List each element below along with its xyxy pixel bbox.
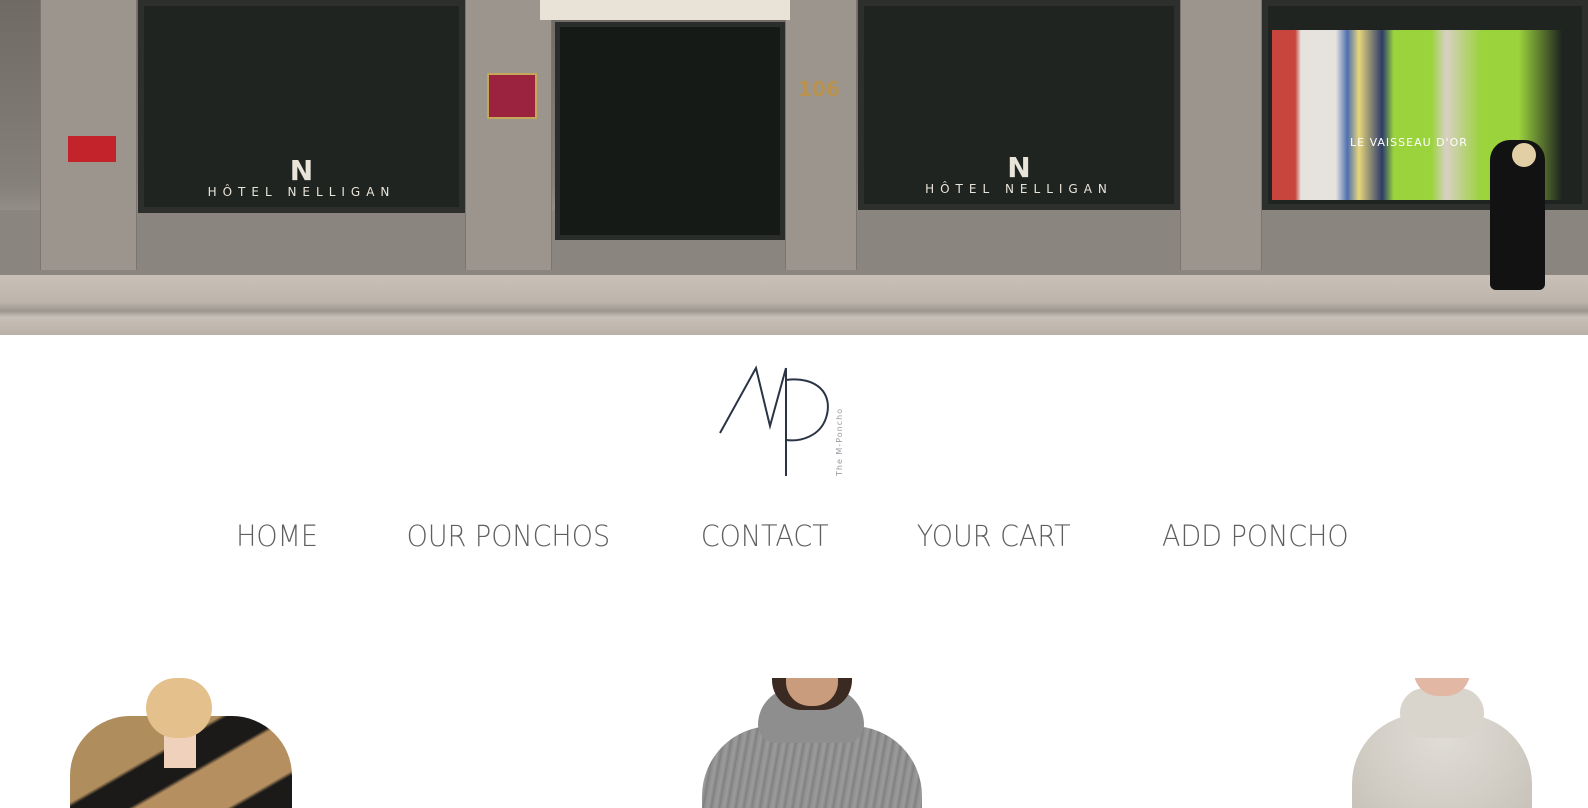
stone-pillar bbox=[1180, 0, 1262, 270]
shop-window-left: N HÔTEL NELLIGAN bbox=[138, 0, 465, 213]
street-number: 106 bbox=[798, 77, 840, 101]
sidewalk bbox=[0, 275, 1588, 335]
red-wall-sign bbox=[68, 136, 116, 162]
nav-add-poncho[interactable]: ADD PONCHO bbox=[1162, 519, 1349, 553]
nav-our-ponchos[interactable]: OUR PONCHOS bbox=[407, 519, 610, 553]
product-image-1[interactable] bbox=[70, 678, 292, 808]
nav-your-cart[interactable]: YOUR CART bbox=[917, 519, 1071, 553]
logo-tagline: The M-Poncho bbox=[835, 408, 844, 477]
product-image-3[interactable] bbox=[1352, 678, 1532, 808]
window-sign-left: HÔTEL NELLIGAN bbox=[207, 185, 396, 199]
site-logo[interactable]: The M-Poncho bbox=[716, 358, 856, 483]
entrance-awning bbox=[540, 0, 790, 20]
main-nav: HOME OUR PONCHOS CONTACT YOUR CART ADD P… bbox=[0, 510, 1588, 562]
stone-pillar bbox=[40, 0, 137, 270]
window-monogram: N bbox=[289, 154, 314, 187]
pedestrian-head bbox=[1512, 143, 1536, 167]
boutique-sign: LE VAISSEAU D'OR bbox=[1350, 136, 1468, 149]
nav-contact[interactable]: CONTACT bbox=[700, 519, 828, 553]
stone-pillar bbox=[785, 0, 857, 270]
nav-home[interactable]: HOME bbox=[236, 519, 318, 553]
hero-banner: N HÔTEL NELLIGAN 106 N HÔTEL NELLIGAN LE… bbox=[0, 0, 1588, 335]
stone-pillar bbox=[465, 0, 552, 270]
product-image-2[interactable] bbox=[702, 678, 922, 808]
model-hair bbox=[146, 678, 212, 738]
window-monogram: N bbox=[1007, 151, 1031, 184]
window-sign-right: HÔTEL NELLIGAN bbox=[925, 182, 1113, 196]
entrance-door bbox=[555, 22, 785, 240]
shop-window-right: N HÔTEL NELLIGAN bbox=[858, 0, 1180, 210]
hotel-crest bbox=[487, 73, 537, 119]
mp-logo-icon: The M-Poncho bbox=[719, 365, 844, 477]
